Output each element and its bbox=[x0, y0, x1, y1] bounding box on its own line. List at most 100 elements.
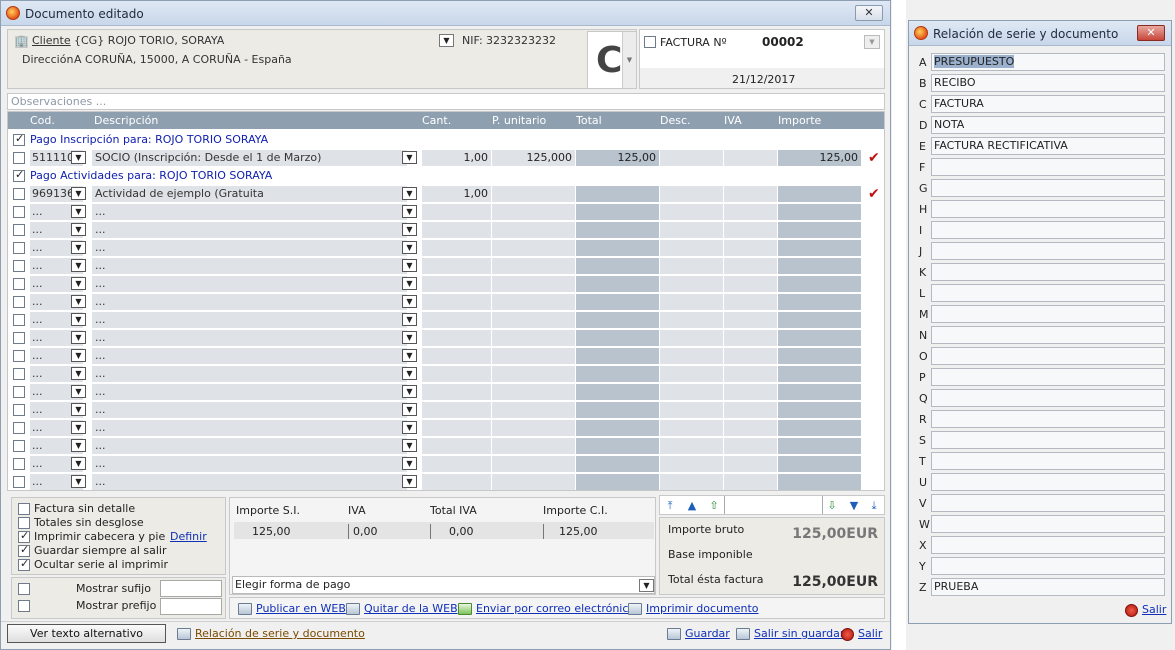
series-name-input[interactable]: PRUEBA bbox=[931, 578, 1165, 596]
series-name-input[interactable] bbox=[931, 242, 1165, 260]
row-pu[interactable] bbox=[492, 330, 576, 346]
row-checkbox[interactable] bbox=[13, 242, 25, 254]
row-desc[interactable]: ... bbox=[92, 330, 408, 346]
desc-dropdown-button[interactable] bbox=[402, 331, 417, 344]
row-checkbox[interactable] bbox=[13, 458, 25, 470]
series-name-input[interactable] bbox=[931, 263, 1165, 281]
row-iva[interactable] bbox=[724, 276, 778, 292]
row-cant[interactable]: 1,00 bbox=[422, 186, 492, 202]
row-iva[interactable] bbox=[724, 402, 778, 418]
publicar-web-link[interactable]: Publicar en WEB bbox=[238, 602, 346, 615]
import-down-icon[interactable]: ⇩ bbox=[824, 498, 840, 513]
desc-dropdown-button[interactable] bbox=[402, 475, 417, 488]
desc-dropdown-button[interactable] bbox=[402, 241, 417, 254]
desc-dropdown-button[interactable] bbox=[402, 151, 417, 164]
side-salir-link[interactable]: Salir bbox=[1125, 603, 1166, 617]
desc-dropdown-button[interactable] bbox=[402, 277, 417, 290]
row-pu[interactable] bbox=[492, 438, 576, 454]
row-desc[interactable]: ... bbox=[92, 384, 408, 400]
row-cant[interactable] bbox=[422, 438, 492, 454]
row-pu[interactable] bbox=[492, 420, 576, 436]
series-name-input[interactable]: RECIBO bbox=[931, 74, 1165, 92]
row-descuento[interactable] bbox=[660, 420, 724, 436]
cod-dropdown-button[interactable] bbox=[71, 313, 86, 326]
row-descuento[interactable] bbox=[660, 474, 724, 490]
close-side-window-button[interactable]: ✕ bbox=[1137, 25, 1165, 41]
series-name-input[interactable] bbox=[931, 389, 1165, 407]
series-name-input[interactable] bbox=[931, 221, 1165, 239]
row-pu[interactable]: 125,000 bbox=[492, 150, 576, 166]
checkbox[interactable] bbox=[18, 517, 30, 529]
desc-dropdown-button[interactable] bbox=[402, 403, 417, 416]
row-iva[interactable] bbox=[724, 204, 778, 220]
row-cant[interactable] bbox=[422, 330, 492, 346]
doc-number-dropdown-icon[interactable]: ▼ bbox=[864, 35, 880, 49]
row-iva[interactable] bbox=[724, 438, 778, 454]
row-checkbox[interactable] bbox=[13, 278, 25, 290]
row-iva[interactable] bbox=[724, 150, 778, 166]
cod-dropdown-button[interactable] bbox=[71, 421, 86, 434]
row-descuento[interactable] bbox=[660, 258, 724, 274]
desc-dropdown-button[interactable] bbox=[402, 439, 417, 452]
cod-dropdown-button[interactable] bbox=[71, 241, 86, 254]
row-checkbox[interactable] bbox=[13, 206, 25, 218]
row-desc[interactable]: ... bbox=[92, 348, 408, 364]
row-desc[interactable]: ... bbox=[92, 402, 408, 418]
desc-dropdown-button[interactable] bbox=[402, 295, 417, 308]
row-cant[interactable] bbox=[422, 276, 492, 292]
cod-dropdown-button[interactable] bbox=[71, 151, 86, 164]
checkbox[interactable] bbox=[18, 543, 30, 557]
series-name-input[interactable] bbox=[931, 431, 1165, 449]
row-desc[interactable]: ... bbox=[92, 258, 408, 274]
row-pu[interactable] bbox=[492, 402, 576, 418]
row-iva[interactable] bbox=[724, 258, 778, 274]
mostrar-sufijo-checkbox[interactable] bbox=[18, 583, 30, 595]
series-name-input[interactable] bbox=[931, 158, 1165, 176]
row-desc[interactable]: ... bbox=[92, 222, 408, 238]
row-checkbox[interactable] bbox=[13, 422, 25, 434]
cod-dropdown-button[interactable] bbox=[71, 259, 86, 272]
checkbox[interactable] bbox=[18, 503, 30, 515]
series-name-input[interactable] bbox=[931, 200, 1165, 218]
desc-dropdown-button[interactable] bbox=[402, 457, 417, 470]
salir-link[interactable]: Salir bbox=[841, 627, 882, 641]
row-iva[interactable] bbox=[724, 294, 778, 310]
row-cant[interactable] bbox=[422, 312, 492, 328]
row-pu[interactable] bbox=[492, 276, 576, 292]
row-checkbox[interactable] bbox=[13, 314, 25, 326]
serie-selector[interactable]: C ▼ bbox=[587, 31, 637, 89]
series-name-input[interactable] bbox=[931, 494, 1165, 512]
row-checkbox[interactable] bbox=[13, 404, 25, 416]
doc-type-checkbox[interactable] bbox=[644, 36, 656, 48]
client-link[interactable]: Cliente bbox=[32, 34, 71, 47]
row-checkbox[interactable] bbox=[13, 152, 25, 164]
quitar-web-link[interactable]: Quitar de la WEB bbox=[346, 602, 458, 615]
row-cant[interactable] bbox=[422, 366, 492, 382]
series-name-input[interactable] bbox=[931, 368, 1165, 386]
import-up-icon[interactable]: ⇧ bbox=[706, 498, 722, 513]
row-iva[interactable] bbox=[724, 348, 778, 364]
row-cant[interactable] bbox=[422, 384, 492, 400]
row-desc[interactable]: Actividad de ejemplo (Gratuita bbox=[92, 186, 408, 202]
row-iva[interactable] bbox=[724, 366, 778, 382]
row-checkbox[interactable] bbox=[13, 332, 25, 344]
desc-dropdown-button[interactable] bbox=[402, 205, 417, 218]
row-pu[interactable] bbox=[492, 384, 576, 400]
guardar-link[interactable]: Guardar bbox=[667, 627, 730, 640]
row-descuento[interactable] bbox=[660, 204, 724, 220]
row-descuento[interactable] bbox=[660, 348, 724, 364]
series-name-input[interactable] bbox=[931, 179, 1165, 197]
row-cant[interactable] bbox=[422, 474, 492, 490]
series-name-input[interactable]: FACTURA RECTIFICATIVA bbox=[931, 137, 1165, 155]
row-descuento[interactable] bbox=[660, 240, 724, 256]
row-descuento[interactable] bbox=[660, 150, 724, 166]
row-pu[interactable] bbox=[492, 312, 576, 328]
series-name-input[interactable] bbox=[931, 326, 1165, 344]
row-descuento[interactable] bbox=[660, 456, 724, 472]
cod-dropdown-button[interactable] bbox=[71, 277, 86, 290]
observaciones-input[interactable]: Observaciones ... bbox=[7, 93, 885, 110]
row-desc[interactable]: ... bbox=[92, 366, 408, 382]
row-checkbox[interactable] bbox=[13, 476, 25, 488]
row-checkbox[interactable] bbox=[13, 188, 25, 200]
row-desc[interactable]: ... bbox=[92, 204, 408, 220]
